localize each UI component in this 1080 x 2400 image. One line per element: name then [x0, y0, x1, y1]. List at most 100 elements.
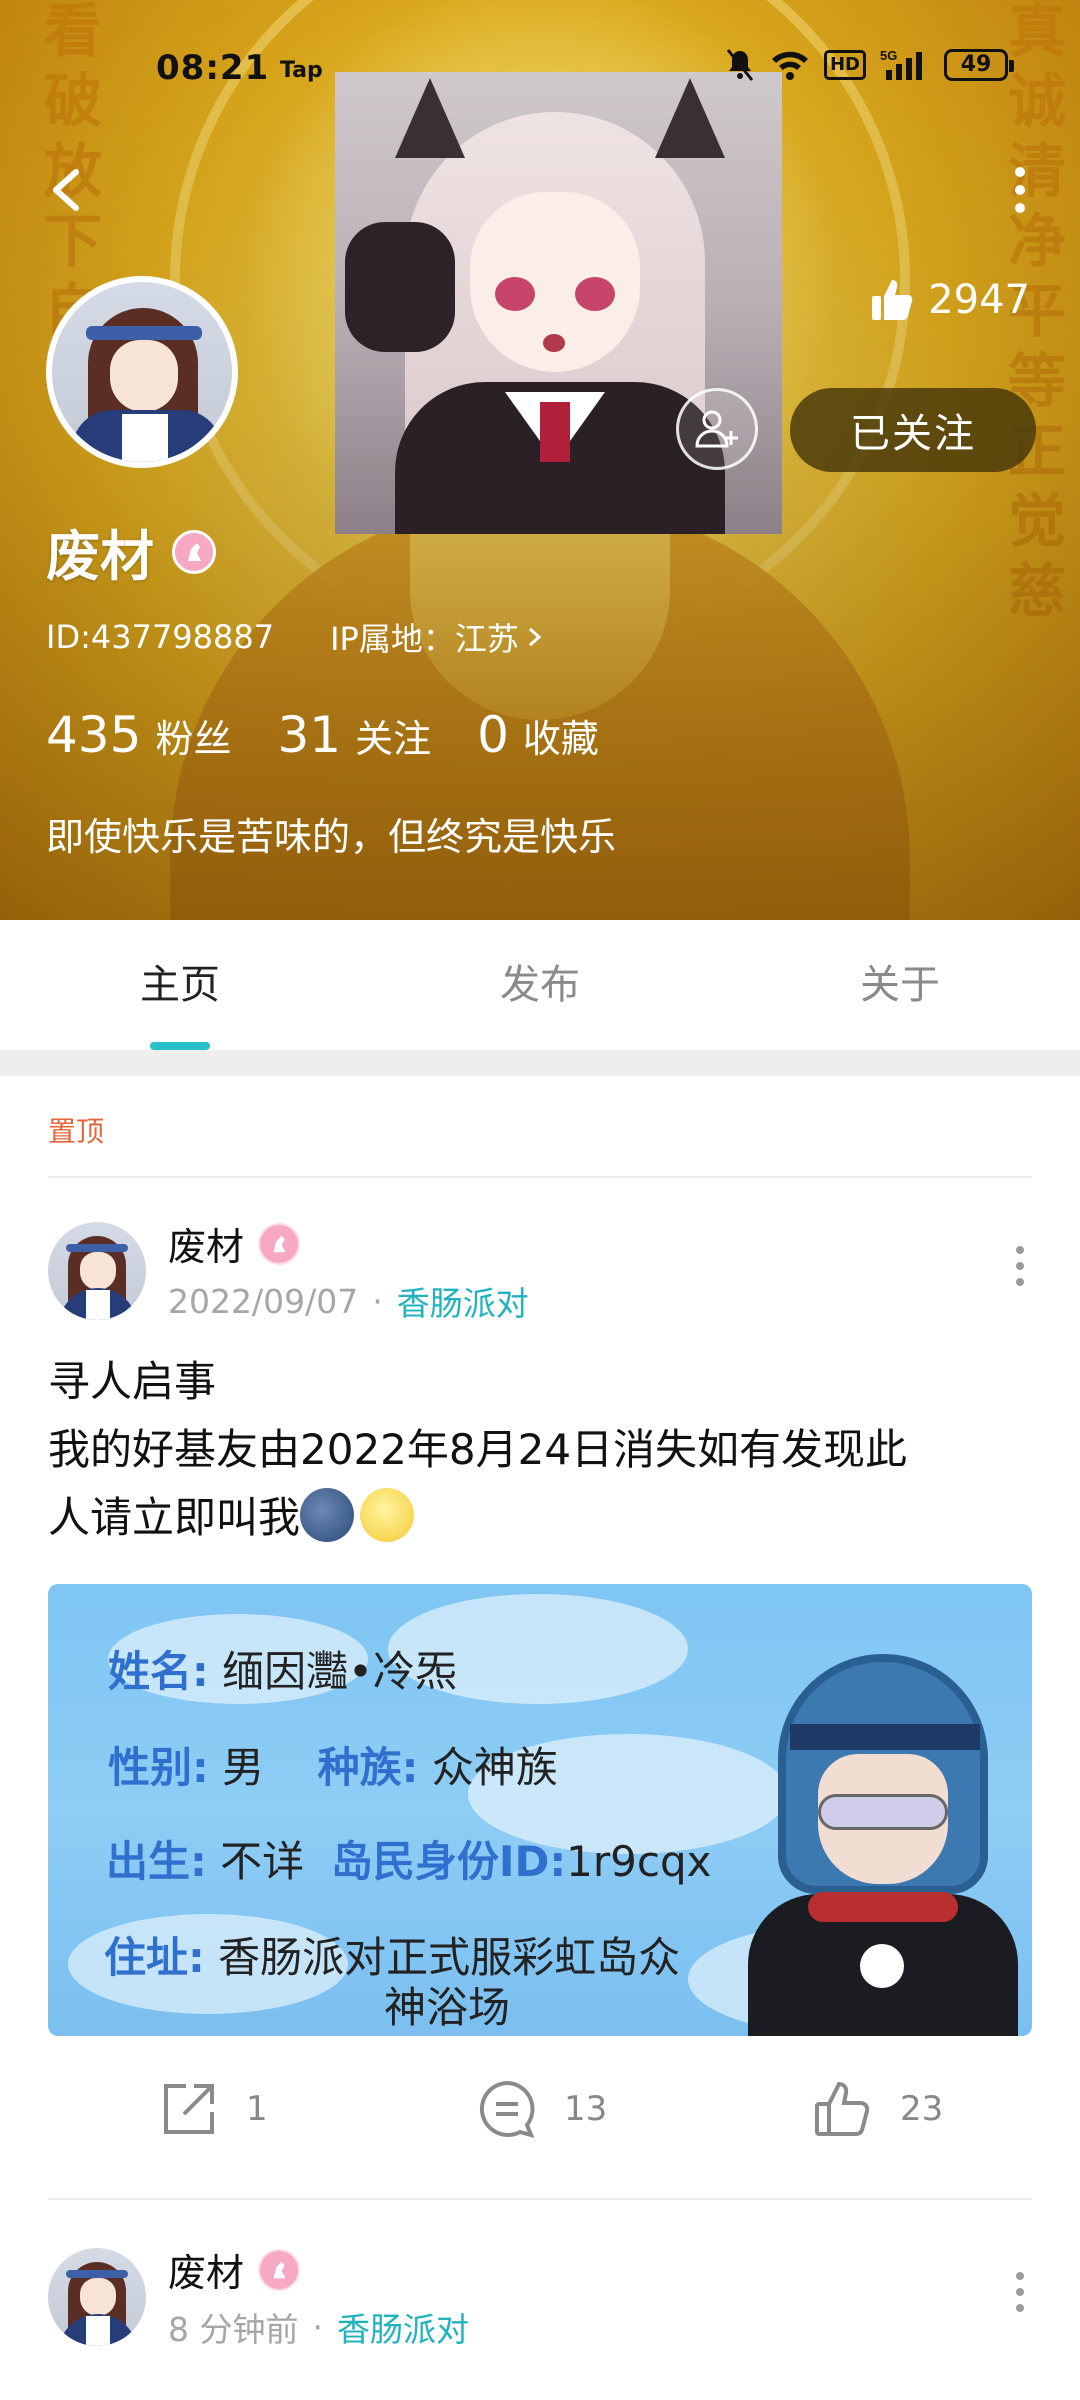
post-content[interactable]: 寻人启事 我的好基友由2022年8月24日消失如有发现此 人请立即叫我	[48, 1348, 1038, 1552]
card-address-key: 住址:	[104, 1933, 205, 1982]
profile-username: 废材	[46, 525, 154, 588]
profile-avatar[interactable]	[46, 276, 238, 468]
status-hd-badge: HD	[823, 50, 866, 80]
profile-page: 看破放下自在 真诚清净平等正觉慈 08:21 Tap HD 5G 49	[0, 0, 1080, 2400]
ip-location-text: IP属地：江苏	[330, 620, 519, 658]
battery-icon: 49	[944, 49, 1014, 81]
gender-badge-icon	[172, 529, 216, 574]
card-birth-row: 出生: 不详 岛民身份ID:1r9cqx	[106, 1828, 712, 1889]
chevron-right-icon	[528, 627, 542, 647]
card-name-value: 缅因灩•冷炁	[222, 1647, 457, 1696]
stat-following[interactable]: 31 关注	[277, 706, 431, 764]
post-author: 废材	[168, 2251, 245, 2295]
like-icon	[815, 2081, 870, 2136]
stat-favorites-count: 0	[477, 706, 509, 764]
card-gender-key: 性别:	[108, 1743, 209, 1792]
stat-favorites[interactable]: 0 收藏	[477, 706, 599, 764]
post-more-button[interactable]	[1000, 2262, 1040, 2322]
like-button[interactable]: 23	[812, 2078, 943, 2140]
post-header[interactable]: 废材 2022/09/07 · 香肠派对	[48, 1216, 529, 1325]
mute-bell-icon	[726, 49, 754, 81]
card-name-row: 姓名: 缅因灩•冷炁	[108, 1638, 457, 1699]
comment-icon	[479, 2080, 535, 2138]
tab-posts[interactable]: 发布	[360, 920, 720, 1050]
post-author: 废材	[168, 1225, 245, 1269]
more-vertical-icon	[1015, 167, 1025, 213]
pinned-divider	[48, 1176, 1032, 1178]
post-date: 2022/09/07	[168, 1281, 359, 1321]
ip-location-link[interactable]: IP属地：江苏	[330, 614, 545, 660]
like-count: 23	[900, 2089, 944, 2129]
status-time: 08:21	[156, 48, 270, 88]
meta-separator: ·	[312, 2307, 324, 2347]
card-race-key: 种族:	[317, 1743, 419, 1792]
post-text-line1: 我的好基友由2022年8月24日消失如有发现此	[48, 1425, 908, 1474]
comment-count: 13	[564, 2089, 608, 2129]
tab-home[interactable]: 主页	[0, 920, 360, 1050]
full-moon-face-icon	[360, 1488, 415, 1542]
stat-following-count: 31	[277, 706, 342, 764]
profile-id-row: ID:437798887 IP属地：江苏	[46, 614, 545, 660]
back-arrow-icon	[53, 169, 79, 211]
avatar[interactable]	[48, 2247, 146, 2346]
follow-button[interactable]: 已关注	[790, 388, 1036, 472]
more-vertical-icon	[1016, 1246, 1024, 1286]
gender-badge-icon	[258, 2248, 301, 2291]
stat-fans-label: 粉丝	[155, 717, 232, 761]
status-bar: 08:21 Tap HD 5G 49	[0, 0, 1080, 140]
section-gap	[0, 1050, 1080, 1076]
post-actions: 1 13 23	[0, 2078, 1080, 2158]
card-gender-value: 男	[222, 1743, 265, 1792]
more-vertical-icon	[1016, 2272, 1024, 2312]
card-address-line2: 神浴场	[384, 1983, 511, 2032]
comment-button[interactable]: 13	[476, 2078, 607, 2140]
svg-text:5G: 5G	[880, 48, 897, 63]
card-birth-value: 不详	[220, 1837, 305, 1886]
profile-bio: 即使快乐是苦味的，但终究是快乐	[46, 815, 617, 859]
profile-tabs: 主页 发布 关于	[0, 920, 1080, 1050]
post-divider	[48, 2198, 1032, 2200]
post-group-link[interactable]: 香肠派对	[397, 1277, 529, 1325]
post-date: 8 分钟前	[168, 2310, 299, 2349]
wifi-icon	[771, 51, 808, 80]
avatar[interactable]	[48, 1221, 146, 1320]
add-friend-icon	[695, 410, 738, 448]
new-moon-face-icon	[300, 1488, 355, 1542]
card-race-value: 众神族	[431, 1743, 558, 1792]
pinned-label: 置顶	[48, 1115, 105, 1148]
status-icons: HD 5G 49	[724, 48, 1014, 82]
profile-name-row: 废材	[46, 512, 216, 591]
card-island-id-key: 岛民身份ID:	[330, 1837, 567, 1886]
add-friend-button[interactable]	[676, 388, 758, 470]
post-title: 寻人启事	[48, 1357, 217, 1406]
post-more-button[interactable]	[1000, 1236, 1040, 1296]
tab-about[interactable]: 关于	[720, 920, 1080, 1050]
share-count: 1	[246, 2089, 268, 2129]
gender-badge-icon	[258, 1222, 301, 1265]
card-character-art	[738, 1644, 1018, 2036]
status-app-label: Tap	[280, 58, 323, 83]
stat-favorites-label: 收藏	[522, 717, 599, 761]
back-button[interactable]	[44, 160, 94, 220]
post-text-line2: 人请立即叫我	[48, 1493, 301, 1542]
card-name-key: 姓名:	[108, 1647, 209, 1696]
meta-separator: ·	[372, 1281, 383, 1321]
thumbs-up-icon	[872, 280, 913, 320]
profile-likes[interactable]: 2947	[868, 276, 1030, 324]
post-group-link[interactable]: 香肠派对	[337, 2303, 469, 2351]
post-image[interactable]: 姓名: 缅因灩•冷炁 性别: 男 种族: 众神族 出生: 不详 岛民身份ID:1…	[48, 1584, 1032, 2036]
profile-id: ID:437798887	[46, 618, 275, 656]
profile-stats: 435 粉丝 31 关注 0 收藏	[46, 706, 599, 764]
stat-fans-count: 435	[46, 706, 142, 764]
more-options-button[interactable]	[990, 160, 1050, 220]
post-header[interactable]: 废材 8 分钟前 · 香肠派对	[48, 2242, 469, 2351]
share-icon	[164, 2084, 214, 2134]
profile-likes-count: 2947	[928, 277, 1030, 323]
card-birth-key: 出生:	[106, 1837, 207, 1886]
stat-fans[interactable]: 435 粉丝	[46, 706, 231, 764]
share-button[interactable]: 1	[158, 2078, 268, 2140]
signal-icon: 5G	[880, 48, 922, 80]
stat-following-label: 关注	[355, 717, 432, 761]
card-gender-row: 性别: 男 种族: 众神族	[108, 1734, 558, 1795]
card-island-id-value: 1r9cqx	[566, 1837, 712, 1886]
